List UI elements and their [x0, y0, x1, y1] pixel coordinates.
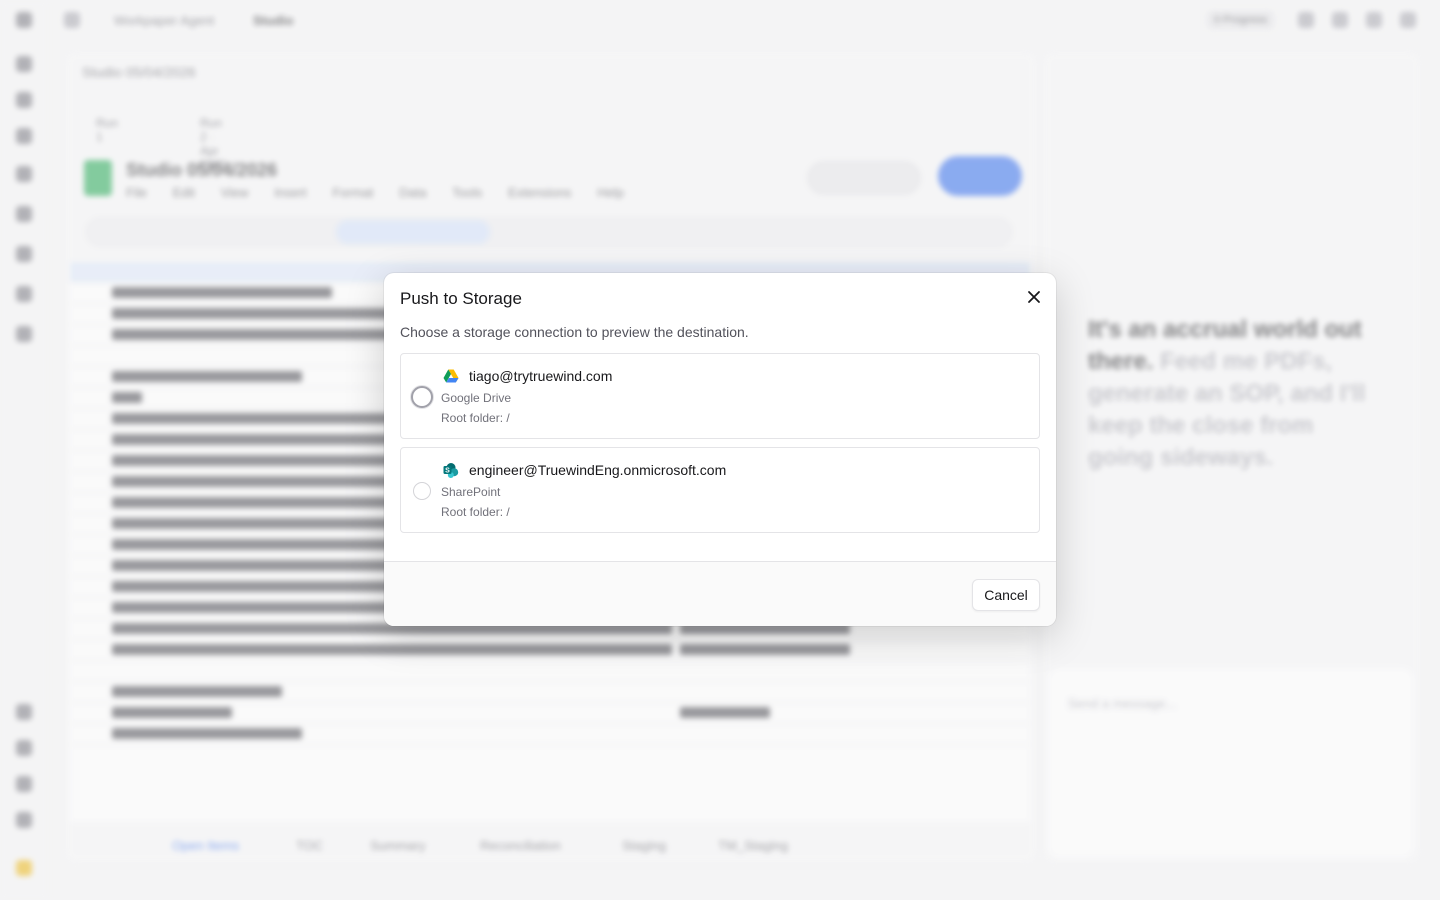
sharepoint-icon: S [443, 463, 459, 478]
account-email: engineer@TruewindEng.onmicrosoft.com [469, 462, 727, 478]
google-drive-icon [443, 369, 459, 383]
root-folder: Root folder: / [441, 505, 510, 519]
radio-sharepoint[interactable] [413, 482, 431, 500]
push-to-storage-dialog: Push to Storage Choose a storage connect… [384, 273, 1056, 626]
close-button[interactable] [1022, 285, 1046, 309]
dialog-description: Choose a storage connection to preview t… [400, 324, 749, 340]
svg-text:S: S [445, 468, 450, 475]
account-email: tiago@trytruewind.com [469, 368, 613, 384]
storage-option-sharepoint[interactable]: S engineer@TruewindEng.onmicrosoft.com S… [400, 447, 1040, 533]
dialog-footer: Cancel [384, 561, 1056, 626]
radio-google-drive[interactable] [411, 386, 433, 408]
cancel-button[interactable]: Cancel [972, 579, 1040, 611]
provider-name: Google Drive [441, 391, 512, 405]
close-icon [1028, 291, 1040, 303]
provider-name: SharePoint [441, 485, 501, 499]
root-folder: Root folder: / [441, 411, 510, 425]
dialog-title: Push to Storage [400, 289, 522, 308]
storage-option-google-drive[interactable]: tiago@trytruewind.com Google Drive Root … [400, 353, 1040, 439]
